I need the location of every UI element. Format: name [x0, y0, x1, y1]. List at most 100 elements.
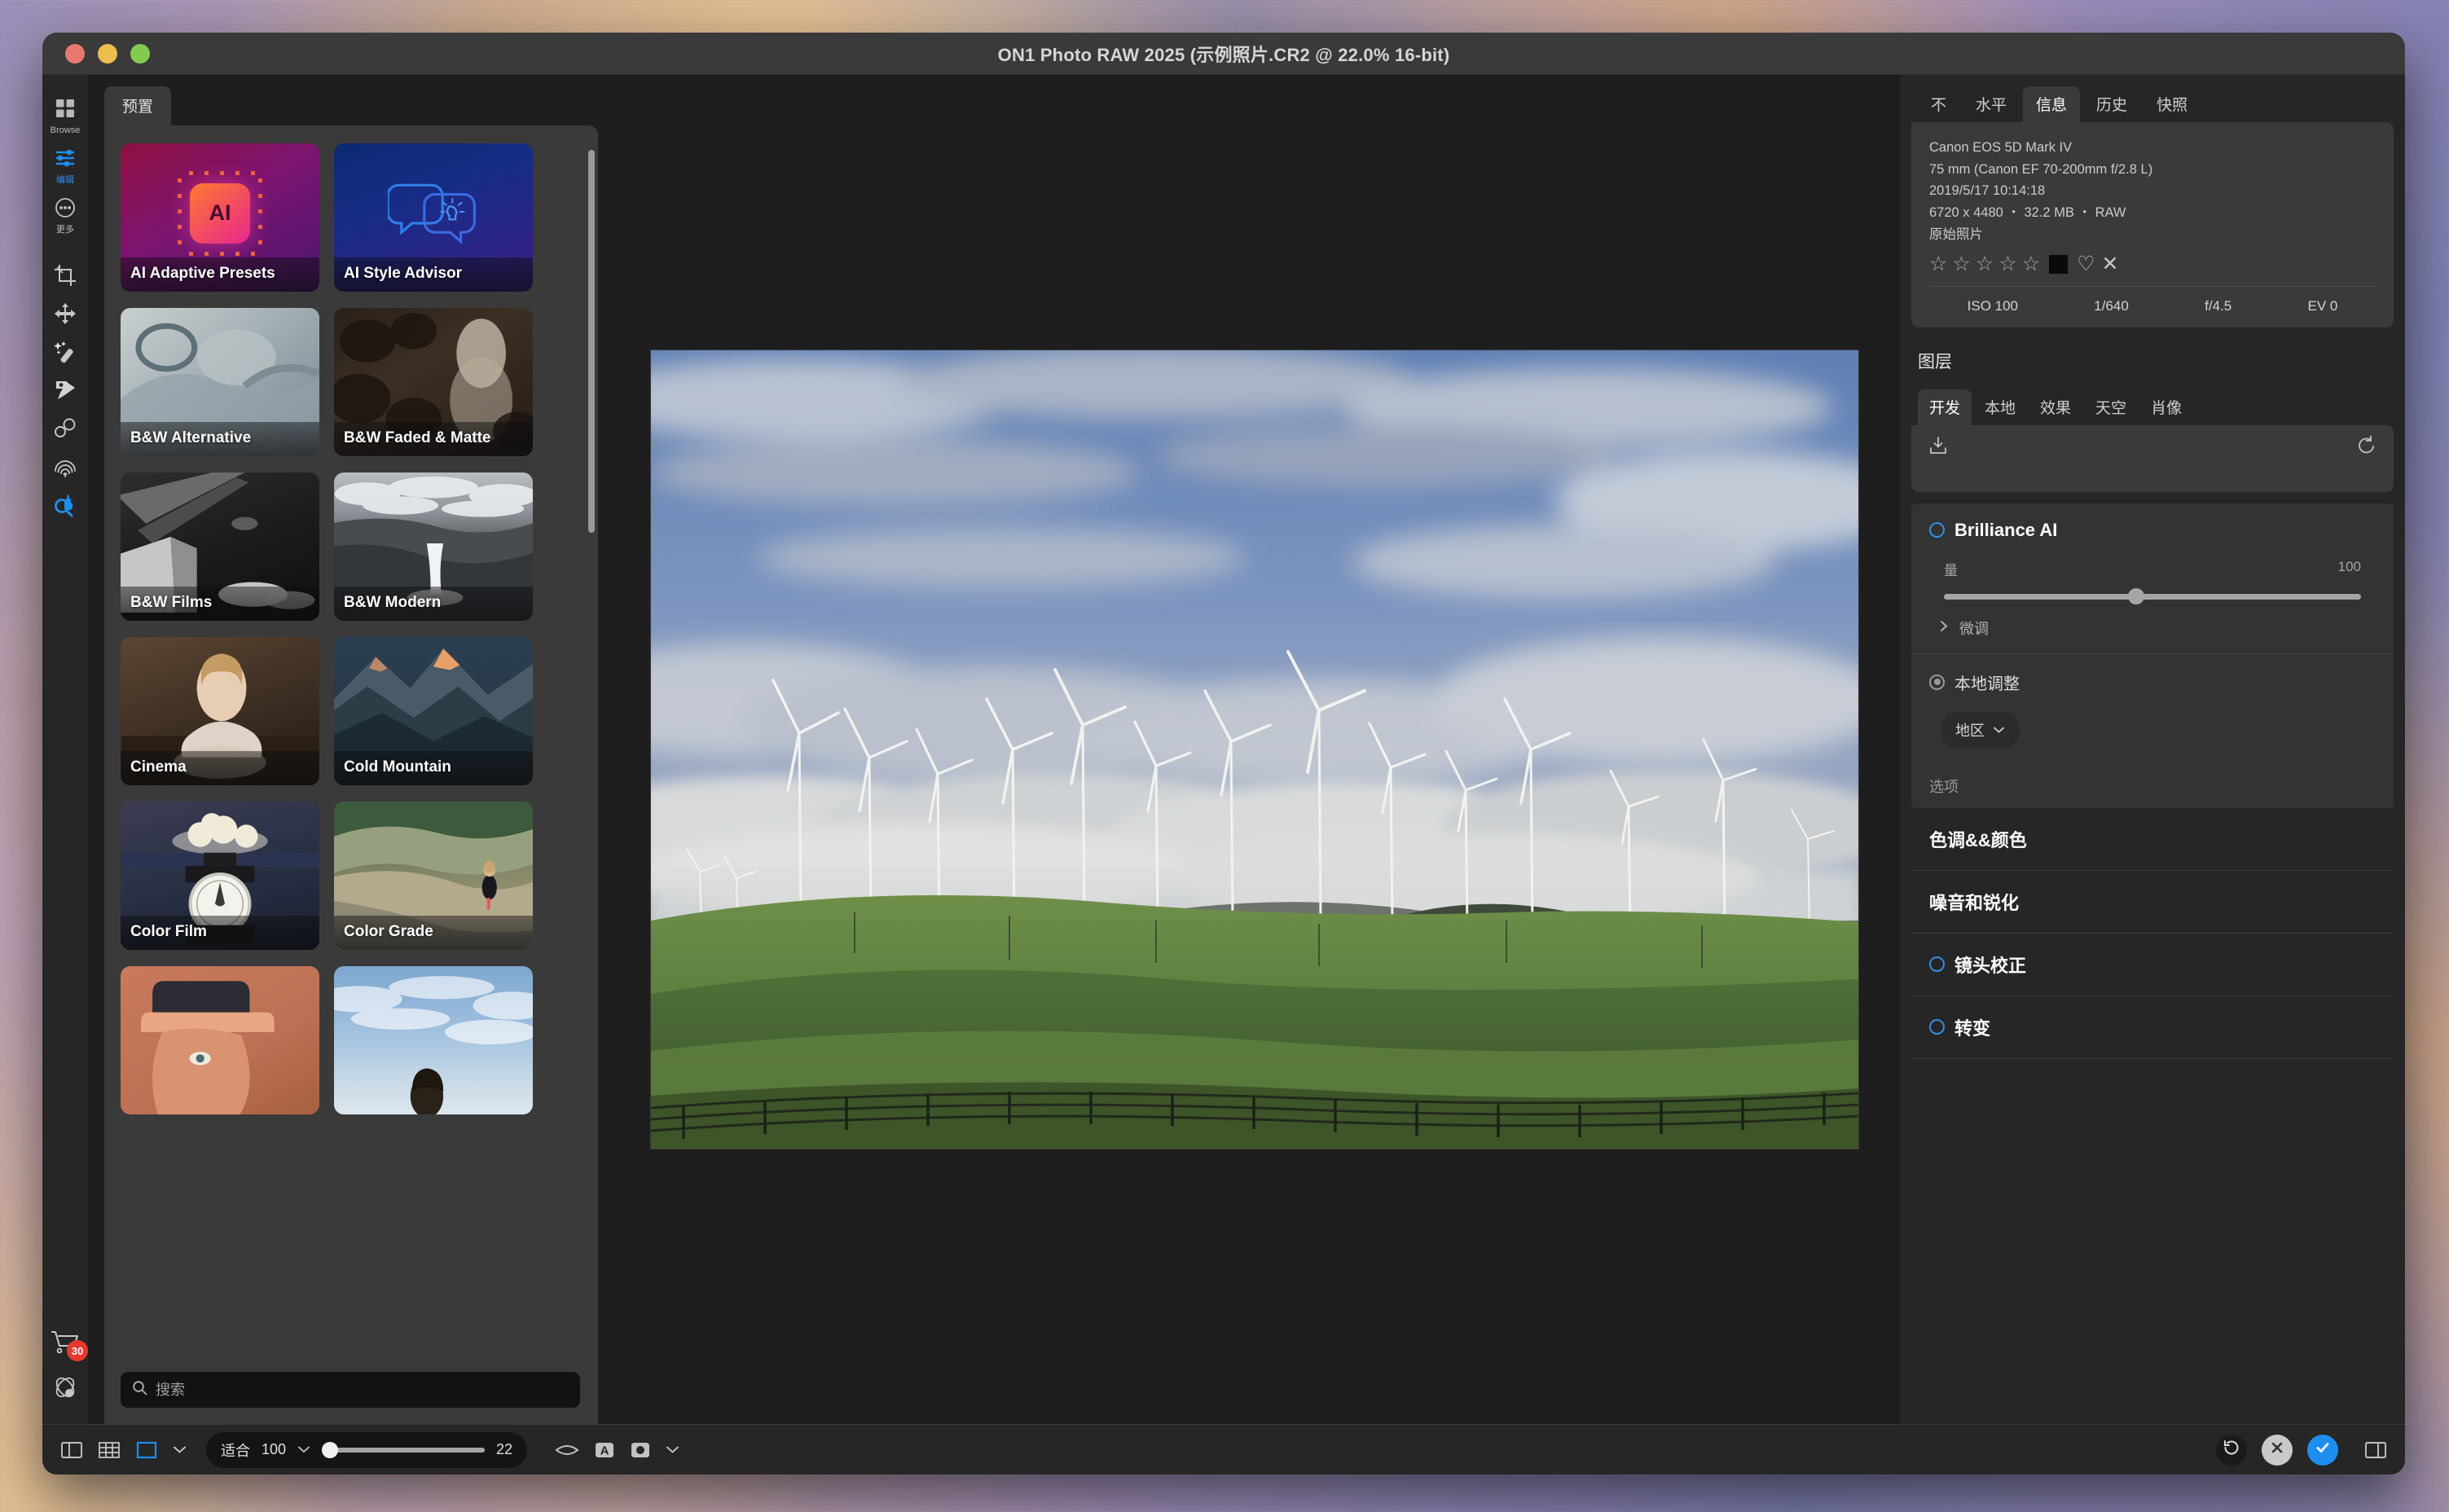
single-view-icon[interactable] [135, 1440, 158, 1460]
rating-star[interactable]: ☆ [1929, 253, 1947, 275]
import-preset-icon[interactable] [1928, 435, 1949, 460]
fit-label[interactable]: 适合 [221, 1439, 250, 1461]
preset-scrollbar[interactable] [588, 150, 595, 533]
exif-shutter: 1/640 [2094, 297, 2129, 314]
preset-card[interactable]: Color Film [121, 802, 319, 950]
sidebar-item-label: Browse [50, 125, 81, 135]
rating-star[interactable]: ☆ [2022, 253, 2040, 275]
develop-tab-1[interactable]: 本地 [1973, 389, 2027, 425]
text-overlay-icon[interactable]: A [594, 1440, 615, 1460]
bottom-toolbar: 适合 100 22 A [42, 1424, 2405, 1475]
brilliance-toggle-icon[interactable] [1929, 522, 1945, 538]
rating-star[interactable]: ☆ [1998, 253, 2016, 275]
tool-zoom-pan[interactable] [42, 488, 88, 526]
preset-card[interactable]: Color Grade [334, 802, 533, 950]
section-toggle-icon[interactable] [1929, 1019, 1945, 1035]
photo-preview[interactable] [651, 350, 1858, 1149]
thumb-size-slider[interactable] [322, 1441, 486, 1458]
tool-retouch[interactable] [42, 335, 88, 373]
preset-card[interactable]: B&W Alternative [121, 308, 319, 456]
develop-tab-0[interactable]: 开发 [1918, 389, 1972, 425]
search-row [121, 1359, 598, 1424]
undo-button[interactable] [2216, 1434, 2247, 1466]
amount-slider[interactable] [1944, 588, 2361, 605]
left-toolbar: Browse 编辑 更多 30 [42, 75, 88, 1424]
preset-card[interactable]: B&W Films [121, 472, 319, 621]
fingerprint-icon [53, 455, 77, 483]
sidebar-item-edit[interactable]: 编辑 [42, 139, 88, 189]
app-window: ON1 Photo RAW 2025 (示例照片.CR2 @ 22.0% 16-… [42, 33, 2405, 1475]
mask-overlay-icon[interactable] [630, 1440, 651, 1460]
sidebar-item-browse[interactable]: Browse [42, 90, 88, 139]
tab-4[interactable]: 快照 [2143, 86, 2201, 122]
preset-thumbnail [334, 966, 533, 1114]
tab-0[interactable]: 不 [1918, 86, 1959, 122]
develop-tab-2[interactable]: 效果 [2029, 389, 2082, 425]
color-label-swatch[interactable] [2049, 254, 2069, 274]
adjustment-sections: 色调&&颜色 噪音和锐化 镜头校正 转变 [1900, 807, 2405, 1059]
tool-healing[interactable] [42, 450, 88, 488]
adjustment-section-row[interactable]: 噪音和锐化 [1911, 870, 2394, 934]
region-dropdown[interactable]: 地区 [1941, 711, 2020, 748]
like-heart-icon[interactable]: ♡ [2077, 253, 2095, 275]
tool-transform[interactable] [42, 297, 88, 335]
overlay-chevron-down-icon[interactable] [666, 1445, 679, 1454]
preset-panel: 预置 AI AI Adaptive Presets AI Style Advis… [88, 75, 609, 1424]
preview-eye-icon[interactable] [555, 1441, 579, 1459]
preset-card[interactable]: AI Style Advisor [334, 143, 533, 292]
tab-1[interactable]: 水平 [1963, 86, 2020, 122]
rating-star[interactable]: ☆ [1952, 253, 1970, 275]
zoom-value[interactable]: 100 [262, 1441, 286, 1458]
view-chevron-down-icon[interactable] [173, 1445, 187, 1454]
thumb-size-slider-thumb[interactable] [322, 1441, 339, 1458]
sync-button[interactable] [51, 1373, 80, 1406]
rating-star[interactable]: ☆ [1976, 253, 1994, 275]
search-input[interactable] [156, 1381, 569, 1399]
tool-mask[interactable] [42, 411, 88, 450]
amount-slider-thumb[interactable] [2127, 588, 2144, 605]
sidebar-item-more[interactable]: 更多 [42, 189, 88, 239]
adjustment-section-row[interactable]: 转变 [1911, 996, 2394, 1059]
zoom-hand-icon [52, 492, 78, 522]
tab-presets[interactable]: 预置 [104, 86, 172, 125]
grid-view-icon[interactable] [98, 1440, 121, 1460]
preset-card[interactable]: Cinema [121, 637, 319, 785]
sidebar-item-label: 更多 [56, 225, 74, 235]
search-box[interactable] [121, 1372, 580, 1408]
tool-brush[interactable] [42, 373, 88, 411]
develop-tab-4[interactable]: 肖像 [2139, 389, 2193, 425]
adjustment-section-row[interactable]: 色调&&颜色 [1911, 807, 2394, 871]
local-adjust-section: 本地调整 地区 [1911, 653, 2394, 764]
left-panel-toggle-icon[interactable] [60, 1440, 83, 1460]
tab-2[interactable]: 信息 [2023, 86, 2081, 122]
fine-tune-row[interactable]: 微调 [1929, 600, 2376, 639]
local-adjust-title: 本地调整 [1954, 675, 2020, 693]
chevron-down-icon [1993, 721, 2005, 738]
preset-name: B&W Faded & Matte [334, 422, 533, 456]
preset-card[interactable]: AI AI Adaptive Presets [121, 143, 319, 292]
brilliance-header[interactable]: Brilliance AI [1929, 520, 2376, 541]
tab-3[interactable]: 历史 [2083, 86, 2140, 122]
right-panel-toggle-icon[interactable] [2364, 1440, 2387, 1460]
canvas-area[interactable] [609, 75, 1900, 1424]
rating-row: ☆ ☆ ☆ ☆ ☆ ♡ ✕ [1929, 253, 2376, 275]
local-adjust-header[interactable]: 本地调整 [1929, 670, 2376, 694]
reject-x-icon[interactable]: ✕ [2102, 253, 2119, 275]
cancel-button[interactable] [2262, 1434, 2293, 1466]
local-adjust-toggle-icon[interactable] [1929, 674, 1945, 690]
adjustment-section-row[interactable]: 镜头校正 [1911, 933, 2394, 996]
preset-card[interactable]: Cold Mountain [334, 637, 533, 785]
section-toggle-icon[interactable] [1929, 956, 1945, 973]
preset-card[interactable]: B&W Faded & Matte [334, 308, 533, 456]
zoom-chevron-down-icon[interactable] [297, 1443, 310, 1457]
reset-icon[interactable] [2356, 435, 2377, 460]
develop-tab-3[interactable]: 天空 [2084, 389, 2138, 425]
confirm-button[interactable] [2307, 1434, 2338, 1466]
preset-card[interactable] [334, 966, 533, 1114]
preset-grid: AI AI Adaptive Presets AI Style Advisor … [121, 143, 580, 1114]
preset-card[interactable] [121, 966, 319, 1114]
shopping-cart-button[interactable]: 30 [49, 1329, 88, 1361]
tool-crop[interactable] [42, 258, 88, 297]
preset-scroll-area[interactable]: AI AI Adaptive Presets AI Style Advisor … [121, 143, 598, 1359]
preset-card[interactable]: B&W Modern [334, 472, 533, 621]
